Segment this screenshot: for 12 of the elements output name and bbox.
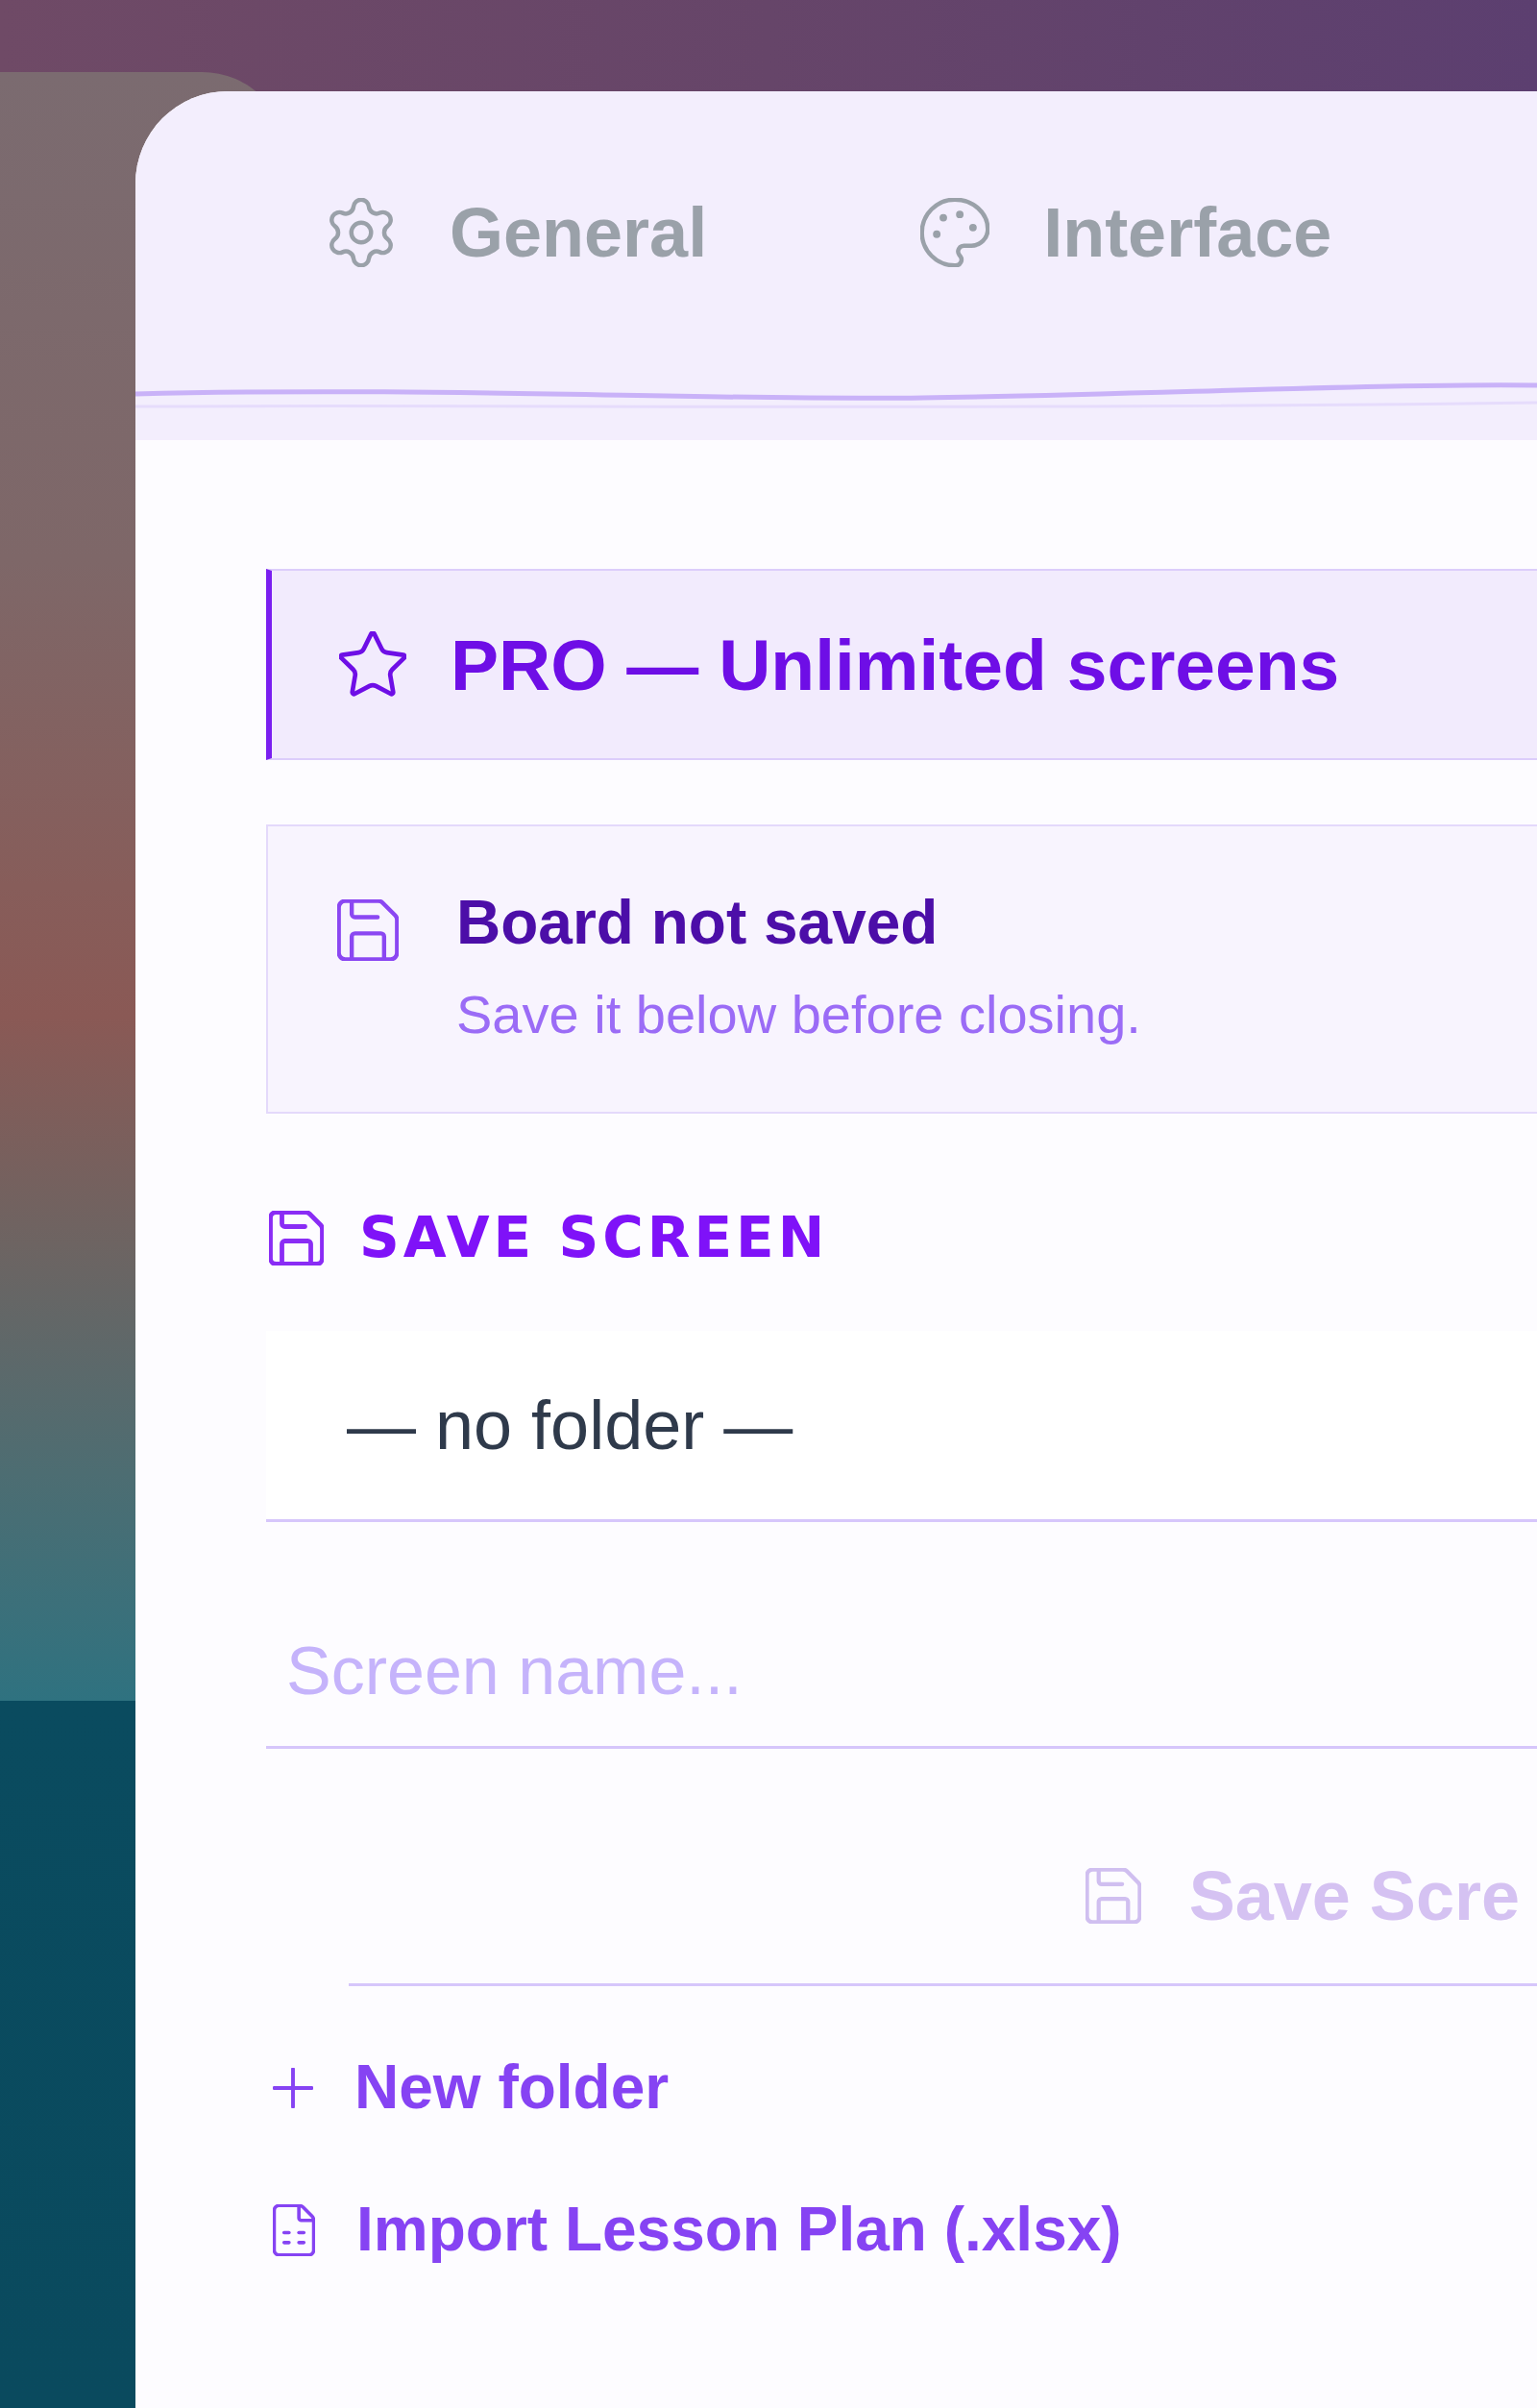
section-heading: SAVE SCREEN	[359, 1210, 829, 1265]
document-icon	[273, 2203, 315, 2256]
screen-name-field[interactable]: Screen name...	[266, 1596, 1537, 1749]
notice-title: Board not saved	[456, 887, 939, 959]
link[interactable]: New folder	[266, 2051, 670, 2125]
gear-icon	[327, 198, 396, 267]
link[interactable]: Import Lesson Plan (.xlsx)	[266, 2193, 1122, 2267]
notice-message: Save it below before closing.	[456, 983, 1141, 1046]
plus-icon	[273, 2067, 313, 2108]
star-icon	[339, 630, 406, 699]
palette-icon	[920, 198, 990, 267]
pro-banner-text: PRO — Unlimited screens	[451, 623, 1340, 706]
